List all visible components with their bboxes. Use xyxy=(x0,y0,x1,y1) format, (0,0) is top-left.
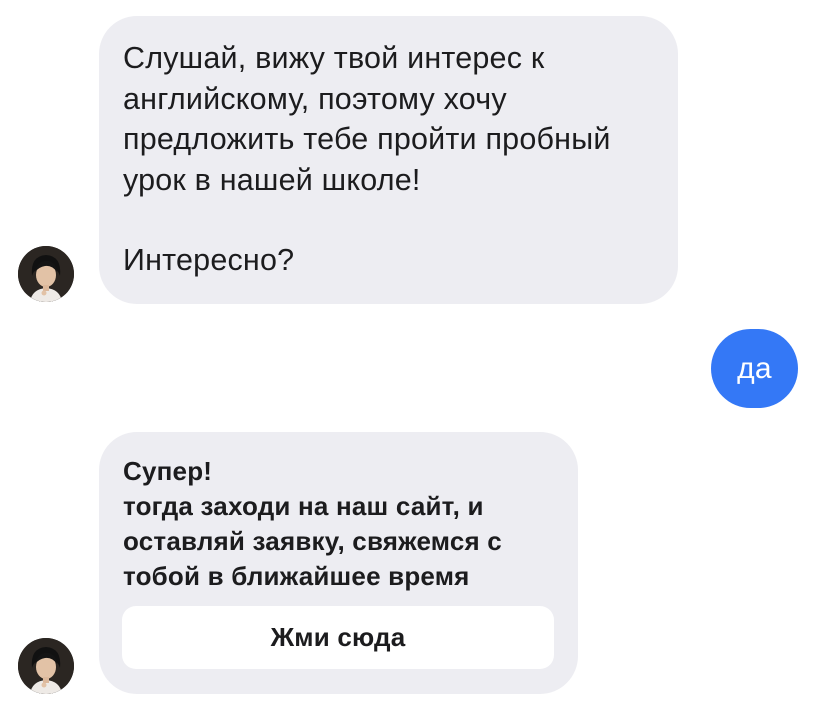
chat-thread: Слушай, вижу твой интерес к английскому,… xyxy=(0,0,820,706)
incoming-message-bubble: Слушай, вижу твой интерес к английскому,… xyxy=(99,16,678,304)
sender-avatar[interactable] xyxy=(18,638,74,694)
message-line: оставляй заявку, свяжемся с xyxy=(123,526,502,556)
message-line: предложить тебе пройти пробный xyxy=(123,122,611,156)
message-line: тобой в ближайшее время xyxy=(123,561,470,591)
sender-avatar[interactable] xyxy=(18,246,74,302)
message-question: Интересно? xyxy=(123,243,295,277)
message-line: английскому, поэтому хочу xyxy=(123,81,507,116)
outgoing-message-bubble: да xyxy=(711,329,798,408)
message-line: Супер! xyxy=(123,456,213,486)
avatar-photo-icon xyxy=(18,246,74,302)
incoming-message-bubble: Супер! тогда заходи на наш сайт, и остав… xyxy=(99,432,578,694)
message-text: да xyxy=(737,351,772,385)
avatar-photo-icon xyxy=(18,638,74,694)
message-line: Слушай, вижу твой интерес к xyxy=(123,41,545,75)
message-line: урок в нашей школе! xyxy=(123,162,421,197)
cta-button[interactable]: Жми сюда xyxy=(122,606,554,669)
message-line: тогда заходи на наш сайт, и xyxy=(123,491,484,521)
